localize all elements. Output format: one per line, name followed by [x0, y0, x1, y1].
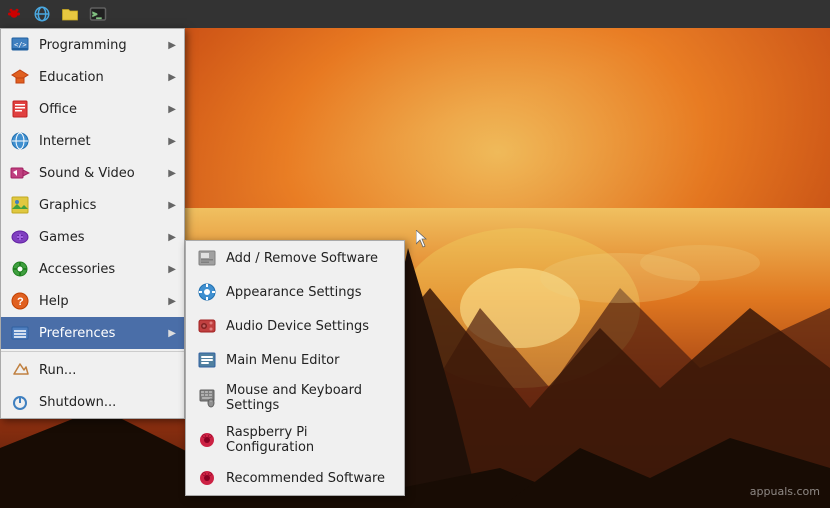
- submenu-item-raspberry-pi-config[interactable]: Raspberry Pi Configuration: [186, 419, 404, 461]
- run-label: Run...: [39, 363, 76, 378]
- education-label: Education: [39, 70, 104, 85]
- sound-video-icon: [9, 162, 31, 184]
- sound-video-label: Sound & Video: [39, 166, 135, 181]
- mouse-keyboard-settings-icon: [196, 387, 218, 409]
- raspberry-pi-config-label: Raspberry Pi Configuration: [226, 425, 394, 455]
- submenu-item-appearance-settings[interactable]: Appearance Settings: [186, 275, 404, 309]
- accessories-icon: [9, 258, 31, 280]
- menu-separator: [1, 351, 184, 352]
- submenu-item-audio-device-settings[interactable]: Audio Device Settings: [186, 309, 404, 343]
- programming-icon: </>: [9, 34, 31, 56]
- games-arrow: ▶: [168, 232, 176, 243]
- graphics-icon: [9, 194, 31, 216]
- run-icon: [9, 359, 31, 381]
- submenu-item-main-menu-editor[interactable]: Main Menu Editor: [186, 343, 404, 377]
- watermark-text: appuals.com: [750, 485, 820, 498]
- graphics-arrow: ▶: [168, 200, 176, 211]
- submenu-item-recommended-software[interactable]: Recommended Software: [186, 461, 404, 495]
- education-arrow: ▶: [168, 72, 176, 83]
- submenu-item-add-remove-software[interactable]: Add / Remove Software: [186, 241, 404, 275]
- svg-text:>_: >_: [93, 10, 102, 18]
- help-label: Help: [39, 294, 69, 309]
- raspberry-pi-config-icon: [196, 429, 218, 451]
- education-icon: [9, 66, 31, 88]
- preferences-icon: [9, 322, 31, 344]
- help-icon: ?: [9, 290, 31, 312]
- appearance-settings-label: Appearance Settings: [226, 285, 362, 300]
- accessories-label: Accessories: [39, 262, 115, 277]
- recommended-software-label: Recommended Software: [226, 471, 385, 486]
- menu-item-internet[interactable]: Internet ▶: [1, 125, 184, 157]
- main-menu-editor-icon: [196, 349, 218, 371]
- games-icon: [9, 226, 31, 248]
- preferences-label: Preferences: [39, 326, 115, 341]
- mouse-keyboard-settings-label: Mouse and Keyboard Settings: [226, 383, 394, 413]
- main-menu-editor-label: Main Menu Editor: [226, 353, 339, 368]
- recommended-software-icon: [196, 467, 218, 489]
- submenu-item-mouse-keyboard-settings[interactable]: Mouse and Keyboard Settings: [186, 377, 404, 419]
- shutdown-label: Shutdown...: [39, 395, 116, 410]
- internet-arrow: ▶: [168, 136, 176, 147]
- menu-item-run[interactable]: Run...: [1, 354, 184, 386]
- folder-taskbar-icon[interactable]: [56, 0, 84, 28]
- graphics-label: Graphics: [39, 198, 96, 213]
- menu-item-shutdown[interactable]: Shutdown...: [1, 386, 184, 418]
- menu-item-accessories[interactable]: Accessories ▶: [1, 253, 184, 285]
- taskbar: >_: [0, 0, 830, 28]
- main-menu: </> Programming ▶ Education ▶ Office ▶: [0, 28, 185, 419]
- office-icon: [9, 98, 31, 120]
- internet-icon: [9, 130, 31, 152]
- menu-item-programming[interactable]: </> Programming ▶: [1, 29, 184, 61]
- raspberry-pi-taskbar-icon[interactable]: [0, 0, 28, 28]
- appearance-settings-icon: [196, 281, 218, 303]
- svg-text:?: ?: [17, 296, 24, 308]
- office-arrow: ▶: [168, 104, 176, 115]
- menu-item-help[interactable]: ? Help ▶: [1, 285, 184, 317]
- sound-video-arrow: ▶: [168, 168, 176, 179]
- accessories-arrow: ▶: [168, 264, 176, 275]
- menu-item-sound-video[interactable]: Sound & Video ▶: [1, 157, 184, 189]
- games-label: Games: [39, 230, 84, 245]
- preferences-arrow: ▶: [168, 328, 176, 339]
- add-remove-software-icon: [196, 247, 218, 269]
- audio-device-settings-label: Audio Device Settings: [226, 319, 369, 334]
- programming-arrow: ▶: [168, 40, 176, 51]
- menu-item-games[interactable]: Games ▶: [1, 221, 184, 253]
- globe-taskbar-icon[interactable]: [28, 0, 56, 28]
- preferences-submenu: Add / Remove Software Appearance Setting…: [185, 240, 405, 496]
- shutdown-icon: [9, 391, 31, 413]
- help-arrow: ▶: [168, 296, 176, 307]
- menu-item-preferences[interactable]: Preferences ▶: [1, 317, 184, 349]
- terminal-taskbar-icon[interactable]: >_: [84, 0, 112, 28]
- menu-item-education[interactable]: Education ▶: [1, 61, 184, 93]
- menu-item-office[interactable]: Office ▶: [1, 93, 184, 125]
- watermark: appuals.com: [750, 485, 820, 498]
- menu-item-graphics[interactable]: Graphics ▶: [1, 189, 184, 221]
- programming-label: Programming: [39, 38, 127, 53]
- internet-label: Internet: [39, 134, 91, 149]
- audio-device-settings-icon: [196, 315, 218, 337]
- svg-text:</>: </>: [14, 41, 27, 49]
- add-remove-software-label: Add / Remove Software: [226, 251, 378, 266]
- office-label: Office: [39, 102, 77, 117]
